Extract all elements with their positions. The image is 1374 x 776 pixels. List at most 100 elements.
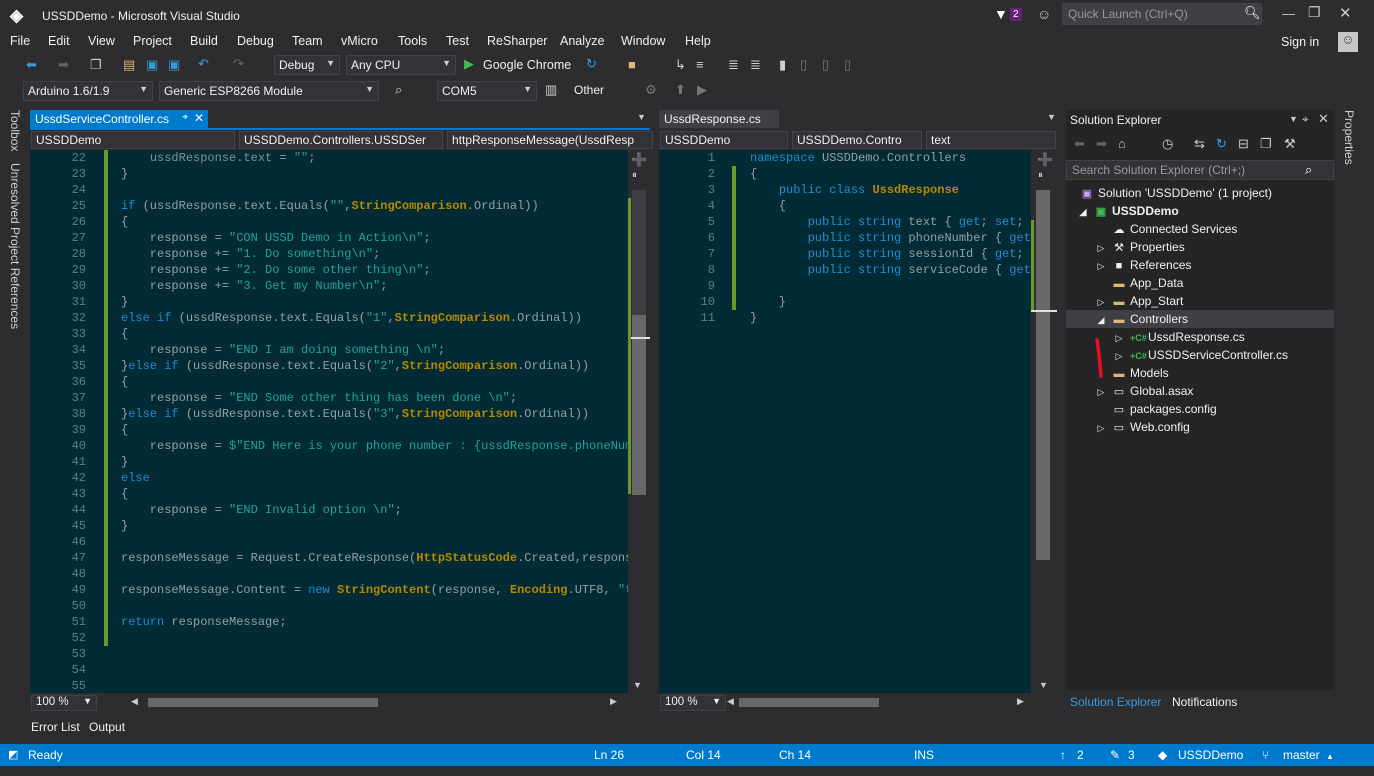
- notification-filter-icon[interactable]: ▼: [994, 6, 1008, 22]
- pause-icon[interactable]: ⏸︎: [1038, 170, 1043, 181]
- menu-build[interactable]: Build: [190, 34, 218, 48]
- comment-icon[interactable]: ≣: [728, 57, 739, 73]
- avatar[interactable]: ☺: [1338, 32, 1358, 52]
- sync-icon[interactable]: ⇆: [1194, 136, 1205, 152]
- tab-ussdresponse[interactable]: UssdResponse.cs: [659, 110, 779, 128]
- pause-icon[interactable]: ⏸︎: [632, 170, 637, 181]
- pin-icon[interactable]: ⌖: [1302, 112, 1309, 127]
- prev-bookmark-icon[interactable]: ▯: [800, 57, 807, 73]
- scroll-left-icon[interactable]: ◀: [727, 696, 734, 707]
- browse-icon[interactable]: ■: [628, 57, 636, 72]
- tab-notifications[interactable]: Notifications: [1172, 695, 1237, 709]
- open-folder-icon[interactable]: ▤: [123, 57, 135, 73]
- tree-packages-config[interactable]: ▭ packages.config: [1112, 400, 1217, 418]
- toolbox-tab[interactable]: Toolbox: [8, 110, 22, 151]
- port-select[interactable]: COM5 ▼: [437, 81, 537, 101]
- tree-app-start[interactable]: ▷ ▬ App_Start: [1094, 292, 1184, 310]
- other-menu[interactable]: Other: [574, 83, 604, 97]
- back-icon[interactable]: ⬅︎: [1074, 136, 1085, 152]
- serial-monitor-icon[interactable]: ▥: [545, 82, 557, 98]
- class-nav-select[interactable]: USSDDemo.Controllers.USSDSer: [239, 131, 443, 149]
- zoom-select[interactable]: 100 % ▼: [660, 695, 726, 711]
- scroll-right-icon[interactable]: ▶: [610, 696, 617, 707]
- project-nav-select[interactable]: USSDDemo: [31, 131, 235, 149]
- forward-icon[interactable]: ➡︎: [1096, 136, 1107, 152]
- board-select[interactable]: Generic ESP8266 Module ▼: [159, 81, 379, 101]
- menu-team[interactable]: Team: [292, 34, 323, 48]
- quick-launch-input[interactable]: Quick Launch (Ctrl+Q): [1062, 3, 1262, 25]
- unresolved-references-tab[interactable]: Unresolved Project References: [8, 163, 22, 329]
- menu-vmicro[interactable]: vMicro: [341, 34, 378, 48]
- search-icon[interactable]: 🔍︎: [1244, 5, 1261, 21]
- platform-select[interactable]: Any CPU ▼: [346, 55, 456, 75]
- code-editor-response[interactable]: 1 2 3 4 5 6 7 8 9 10 11 namespace USSDDemo.Control…: [659, 150, 1031, 693]
- status-changes[interactable]: 3: [1128, 748, 1135, 762]
- split-icon[interactable]: ➕: [1037, 152, 1053, 168]
- forward-icon[interactable]: ➡︎: [58, 57, 69, 73]
- tree-properties[interactable]: ▷ ⚒ Properties: [1094, 238, 1185, 256]
- tree-references[interactable]: ▷ ■ References: [1094, 256, 1192, 274]
- minimize-button[interactable]: —: [1282, 6, 1295, 21]
- status-unpushed[interactable]: 2: [1077, 748, 1084, 762]
- tree-global-asax[interactable]: ▷ ▭ Global.asax: [1094, 382, 1194, 400]
- member-nav-select[interactable]: httpResponseMessage(UssdResp: [447, 131, 653, 149]
- tab-error-list[interactable]: Error List: [31, 720, 80, 734]
- scroll-down-icon[interactable]: ▼: [1039, 680, 1048, 690]
- scrollbar-thumb[interactable]: [632, 315, 646, 495]
- menu-test[interactable]: Test: [446, 34, 469, 48]
- play-icon[interactable]: ▶: [697, 82, 707, 98]
- step-over-icon[interactable]: ≡: [696, 57, 704, 72]
- chevron-down-icon[interactable]: ▼: [1289, 114, 1298, 124]
- code-text[interactable]: namespace USSDDemo.Controllers { public …: [750, 150, 1031, 326]
- menu-tools[interactable]: Tools: [398, 34, 427, 48]
- search-icon[interactable]: ⌕: [395, 82, 402, 98]
- upload-icon[interactable]: ⬆: [675, 82, 686, 98]
- step-icon[interactable]: ↳: [675, 57, 686, 73]
- code-text[interactable]: ussdResponse.text = ""; } if (ussdRespon…: [121, 150, 628, 630]
- menu-view[interactable]: View: [88, 34, 115, 48]
- vertical-scrollbar[interactable]: ➕ ⏸︎ ▼: [1031, 150, 1057, 693]
- tree-controllers[interactable]: ◢ ▬ Controllers: [1094, 310, 1189, 328]
- gear-icon[interactable]: ⚙: [645, 82, 657, 98]
- status-repo[interactable]: USSDDemo: [1178, 748, 1243, 762]
- pin-icon[interactable]: ⌖: [182, 112, 188, 123]
- properties-tab[interactable]: Properties: [1342, 110, 1356, 165]
- undo-icon[interactable]: ↶: [198, 56, 209, 72]
- close-button[interactable]: ✕: [1339, 4, 1352, 22]
- save-all-icon[interactable]: ▣: [168, 57, 180, 73]
- menu-project[interactable]: Project: [133, 34, 172, 48]
- redo-icon[interactable]: ↷: [233, 56, 244, 72]
- scrollbar-thumb[interactable]: [739, 698, 879, 707]
- class-nav-select[interactable]: USSDDemo.Contro: [792, 131, 922, 149]
- tree-project[interactable]: ◢ ▣ USSDDemo: [1076, 202, 1179, 220]
- menu-file[interactable]: File: [10, 34, 30, 48]
- refresh-icon[interactable]: ↻: [586, 56, 597, 72]
- tab-ussdservicecontroller[interactable]: UssdServiceController.cs ⌖ ✕: [30, 110, 208, 128]
- tree-connected-services[interactable]: ☁ Connected Services: [1112, 220, 1238, 238]
- tree-ussdservicecontroller-file[interactable]: ▷ +C#USSDServiceController.cs: [1112, 346, 1289, 364]
- history-icon[interactable]: ◷: [1162, 136, 1173, 152]
- sign-in-link[interactable]: Sign in: [1281, 35, 1319, 49]
- close-icon[interactable]: ✕: [194, 111, 204, 125]
- close-icon[interactable]: ✕: [1318, 111, 1329, 127]
- properties-icon[interactable]: ⚒: [1284, 136, 1296, 152]
- vertical-scrollbar[interactable]: ➕ ⏸︎ ▼: [628, 150, 650, 693]
- run-target-button[interactable]: Google Chrome: [483, 58, 571, 72]
- configuration-select[interactable]: Debug ▼: [274, 55, 340, 75]
- new-project-icon[interactable]: ❐: [90, 57, 102, 73]
- tree-solution[interactable]: ▣ Solution 'USSDDemo' (1 project): [1080, 184, 1272, 202]
- back-icon[interactable]: ⬅︎: [26, 57, 37, 73]
- clear-bookmark-icon[interactable]: ▯: [844, 57, 851, 73]
- scroll-down-icon[interactable]: ▼: [633, 680, 642, 690]
- tab-output[interactable]: Output: [89, 720, 125, 734]
- uncomment-icon[interactable]: ≣: [750, 57, 761, 73]
- search-icon[interactable]: ⌕: [1305, 162, 1312, 178]
- menu-debug[interactable]: Debug: [237, 34, 274, 48]
- scrollbar-thumb[interactable]: [148, 698, 378, 707]
- collapse-all-icon[interactable]: ⊟: [1238, 136, 1249, 152]
- notifications-badge[interactable]: 2: [1010, 8, 1022, 21]
- tab-list-icon[interactable]: ▼: [637, 112, 646, 122]
- bookmark-icon[interactable]: ▮: [779, 57, 786, 73]
- show-all-icon[interactable]: ❐: [1260, 136, 1272, 152]
- menu-analyze[interactable]: Analyze: [560, 34, 604, 48]
